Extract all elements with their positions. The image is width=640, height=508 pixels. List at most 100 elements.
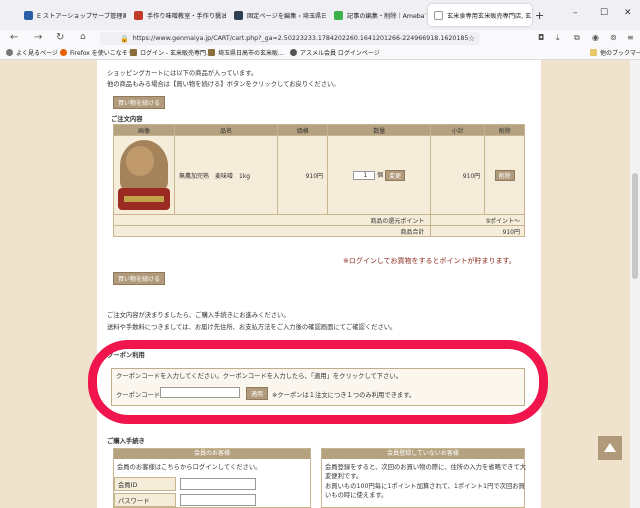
- tab-label: E ストアーショップサーブ管理画: [37, 12, 126, 20]
- download-icon[interactable]: ⤓: [556, 33, 560, 43]
- bookmark-login-genmai[interactable]: ログイン - 玄米販売専門...: [130, 48, 212, 57]
- order-next-note: ご注文内容が決まりましたら、ご購入手続きにお進みください。: [107, 312, 290, 319]
- cart-table: 画像 品名 価格 数量 小計 削除 無農加完熟 麦味噌 1kg 910円 1 個…: [112, 124, 525, 237]
- bookmark-label: よく見るページ: [16, 50, 58, 57]
- product-name: 無農加完熟 麦味噌 1kg: [173, 135, 279, 215]
- qty-unit: 個: [377, 171, 384, 179]
- bookmark-firefox[interactable]: Firefox を使いこなそう: [60, 48, 134, 57]
- other-bookmarks-label: 他のブックマーク: [600, 50, 640, 57]
- qty-cell: 1 個 変更: [327, 135, 432, 215]
- continue-shopping-button-2[interactable]: 買い物を続ける: [113, 272, 166, 285]
- url-text[interactable]: https://www.genmaiya.jp/CART/cart.php?_g…: [133, 35, 468, 42]
- points-row: 商品の還元ポイント 9ポイント～: [112, 214, 525, 226]
- login-points-note: ※ログインしてお買物をするとポイントが貯まります。: [343, 257, 516, 265]
- total-label: 商品合計: [112, 225, 432, 237]
- tab-ameba[interactable]: 記事の編集・削除｜Amebaブロ ✕: [328, 4, 426, 26]
- folder-icon: [590, 49, 597, 56]
- member-id-input[interactable]: [180, 478, 256, 490]
- total-value: 910円: [430, 225, 525, 237]
- col-image: 画像: [113, 124, 175, 136]
- menu-icon[interactable]: ≡: [627, 33, 634, 42]
- pocket-icon[interactable]: ◘: [538, 33, 544, 42]
- purchase-heading: ご購入手続き: [107, 438, 145, 445]
- points-value: 9ポイント～: [430, 214, 525, 226]
- forward-arrow-icon[interactable]: →: [34, 32, 42, 43]
- gear-icon: [6, 49, 13, 56]
- member-header: 会員のお客様: [114, 449, 310, 459]
- page-top-button[interactable]: [598, 436, 622, 460]
- shop-icon: [208, 49, 215, 56]
- member-panel: 会員のお客様 会員のお客様はこちらからログインしてください。 会員ID パスワー…: [113, 448, 311, 508]
- extensions-icon[interactable]: ⧉: [574, 33, 580, 43]
- maximize-button[interactable]: ☐: [600, 8, 608, 18]
- nonmember-text-2: 変便利です。: [325, 473, 363, 480]
- member-text: 会員のお客様はこちらからログインしてください。: [117, 464, 262, 471]
- bookmarks-bar: よく見るページ Firefox を使いこなそう ログイン - 玄米販売専門...…: [0, 47, 640, 60]
- bookmark-most-visited[interactable]: よく見るページ: [6, 48, 58, 57]
- other-bookmarks[interactable]: 他のブックマーク: [590, 48, 640, 57]
- lock-icon: 🔒: [120, 34, 129, 43]
- ameba-favicon-icon: [334, 10, 343, 20]
- home-icon[interactable]: ⌂: [80, 32, 86, 42]
- cart-item-row: 無農加完熟 麦味噌 1kg 910円 1 個 変更 910円 削除: [113, 135, 525, 215]
- cart-intro-text: ショッピングカートには以下の商品が入っています。: [107, 70, 258, 77]
- password-input[interactable]: [180, 494, 256, 506]
- tab-label: 記事の編集・削除｜Amebaブロ: [347, 12, 426, 20]
- tab-fixed-page[interactable]: 固定ページを編集 ‹ 埼玉県日高市 ✕: [228, 4, 326, 26]
- red-annotation-oval: [88, 340, 548, 424]
- miso-product-image[interactable]: [116, 138, 172, 212]
- bookmark-star-icon[interactable]: ☆: [468, 34, 475, 43]
- tab-bar: E ストアーショップサーブ管理画 ✕ 手作り味噌教室・手作り醤油教室 ✕ 固定ペ…: [0, 0, 640, 30]
- cart-intro-text-2: 他の商品もみる場合は【買い物を続ける】ボタンをクリックしてお戻りください。: [107, 81, 340, 88]
- bookmark-label: ログイン - 玄米販売専門...: [140, 50, 212, 57]
- continue-shopping-button[interactable]: 買い物を続ける: [113, 96, 166, 109]
- wordpress-favicon-icon: [234, 10, 243, 20]
- bookmark-hidaka-genmai[interactable]: 埼玉県日高市の玄米販...: [208, 48, 284, 57]
- tab-label: 固定ページを編集 ‹ 埼玉県日高市: [247, 12, 326, 20]
- delete-item-button[interactable]: 削除: [494, 169, 515, 181]
- genmaiya-favicon-icon: [434, 10, 443, 20]
- cart-header-row: 画像 品名 価格 数量 小計 削除: [113, 124, 525, 136]
- col-qty: 数量: [327, 124, 432, 136]
- bookmark-asmel-login[interactable]: アスメル会員 ログインページ: [290, 48, 380, 57]
- back-arrow-icon[interactable]: ←: [10, 32, 18, 43]
- tab-shopserve[interactable]: E ストアーショップサーブ管理画 ✕: [18, 4, 126, 26]
- product-price: 910円: [277, 135, 329, 215]
- address-bar[interactable]: 🔒 https://www.genmaiya.jp/CART/cart.php?…: [100, 32, 480, 45]
- firefox-account-icon[interactable]: ⊚: [610, 33, 617, 42]
- total-row: 商品合計 910円: [112, 225, 525, 237]
- points-label: 商品の還元ポイント: [112, 214, 432, 226]
- delete-cell: 削除: [484, 135, 525, 215]
- member-id-label: 会員ID: [118, 482, 138, 489]
- col-price: 価格: [277, 124, 329, 136]
- col-name: 品名: [173, 124, 279, 136]
- tab-label: 手作り味噌教室・手作り醤油教室: [147, 12, 226, 20]
- item-subtotal: 910円: [430, 135, 486, 215]
- order-heading: ご注文内容: [111, 116, 143, 123]
- nonmember-text-4: いもの時に使えます。: [325, 492, 388, 499]
- nonmember-header: 会員登録していないお客様: [322, 449, 524, 459]
- content-area: ショッピングカートには以下の商品が入っています。 他の商品もみる場合は【買い物を…: [97, 60, 541, 508]
- change-qty-button[interactable]: 変更: [385, 169, 406, 181]
- orb-icon: [290, 49, 297, 56]
- scrollbar-thumb[interactable]: [632, 173, 638, 279]
- nonmember-text-3: お買いもの100円毎に1ポイント加算されて、1ポイント1円で次回お買: [325, 483, 525, 490]
- new-tab-button[interactable]: +: [535, 9, 544, 22]
- shopserve-favicon-icon: [24, 10, 33, 20]
- vertical-scrollbar[interactable]: [630, 60, 640, 508]
- nonmember-text-1: 会員登録をすると、次回のお買い物の際に、住所の入力を省略できて大: [325, 464, 527, 471]
- account-icon[interactable]: ◉: [592, 33, 599, 42]
- bookmark-label: アスメル会員 ログインページ: [300, 50, 380, 57]
- tab-miso-class[interactable]: 手作り味噌教室・手作り醤油教室 ✕: [128, 4, 226, 26]
- close-icon[interactable]: ✕: [531, 11, 532, 19]
- bookmark-label: Firefox を使いこなそう: [70, 50, 134, 57]
- firefox-icon: [60, 49, 67, 56]
- reload-icon[interactable]: ↻: [56, 32, 64, 43]
- close-window-button[interactable]: ✕: [624, 8, 632, 18]
- col-delete: 削除: [484, 124, 525, 136]
- minimize-button[interactable]: –: [573, 8, 578, 18]
- quantity-input[interactable]: 1: [353, 170, 376, 180]
- tab-genmaiya-active[interactable]: 玄米食専用玄米販売専門店, 玄 ✕: [428, 4, 532, 26]
- bookmark-label: 埼玉県日高市の玄米販...: [218, 50, 284, 57]
- miso-favicon-icon: [134, 10, 143, 20]
